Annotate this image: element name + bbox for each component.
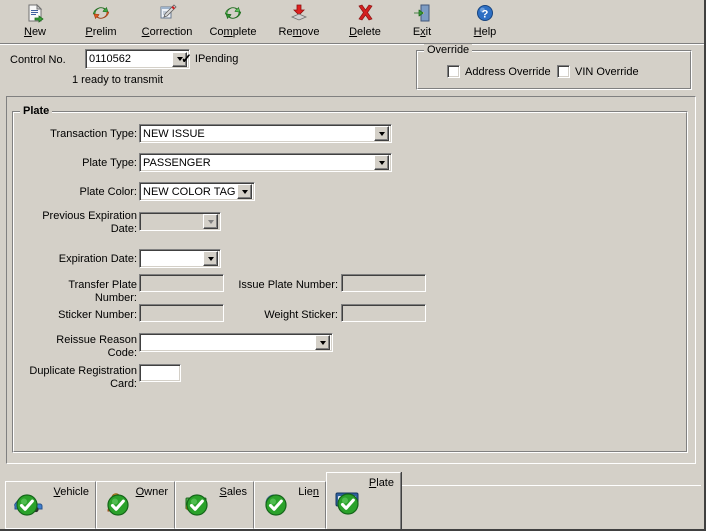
plate-type-value: PASSENGER (143, 156, 211, 169)
toolbar-label-new: New (23, 26, 46, 38)
override-groupbox: Override Address Override VIN Override (416, 44, 692, 90)
new-document-icon (23, 2, 47, 24)
refresh-arrows-icon (89, 2, 113, 24)
tab-strip: Vehicle Owner Sales Lien Plate (5, 472, 701, 529)
expiration-date-combobox[interactable] (139, 249, 221, 268)
weight-sticker-input[interactable] (341, 304, 426, 322)
transfer-plate-number-label: Transfer Plate Number: (68, 279, 137, 304)
tab-sales-label: Sales (219, 486, 247, 498)
transaction-type-label: Transaction Type: (50, 128, 137, 140)
transfer-plate-number-input[interactable] (139, 274, 224, 292)
plate-color-value: NEW COLOR TAG (143, 185, 236, 198)
address-override-checkbox[interactable] (447, 65, 460, 78)
toolbar-label-correction: Correction (141, 26, 193, 38)
toolbar-label-complete: Complete (209, 26, 257, 38)
red-x-icon (353, 2, 377, 24)
plate-color-dropdown-button[interactable] (237, 184, 252, 199)
toolbar-button-new[interactable]: New (2, 1, 68, 41)
tab-owner[interactable]: Owner (96, 481, 175, 529)
weight-sticker-label: Weight Sticker: (264, 309, 338, 321)
control-no-label: Control No. (10, 54, 66, 66)
toolbar-button-exit[interactable]: Exit (389, 1, 455, 41)
override-group-title: Override (424, 44, 473, 56)
reissue-reason-code-combobox[interactable] (139, 333, 333, 352)
toolbar-button-correction[interactable]: Correction (134, 1, 200, 41)
plate-type-label: Plate Type: (82, 157, 137, 169)
help-question-icon: ? (473, 2, 497, 24)
tab-sales[interactable]: Sales (175, 481, 254, 529)
exit-door-icon (410, 2, 434, 24)
vin-override-checkbox-row[interactable]: VIN Override (557, 65, 639, 78)
pending-indicator: ✓ IPending (181, 52, 238, 65)
status-check-icon (16, 494, 38, 516)
toolbar-label-delete: Delete (349, 26, 381, 38)
chevron-down-icon (378, 131, 385, 136)
chevron-down-icon (241, 189, 248, 194)
vin-override-checkbox[interactable] (557, 65, 570, 78)
control-no-value: 0110562 (89, 53, 132, 65)
status-check-icon (107, 494, 129, 516)
vin-override-label: VIN Override (575, 65, 639, 78)
check-icon: ✓ (181, 51, 192, 66)
address-override-label: Address Override (465, 65, 551, 78)
expiration-date-dropdown-button[interactable] (203, 251, 218, 266)
status-check-icon (337, 493, 359, 515)
toolbar-label-remove: Remove (278, 26, 320, 38)
issue-plate-number-label: Issue Plate Number: (238, 279, 338, 291)
tab-vehicle-label: Vehicle (53, 486, 89, 498)
ready-to-transmit-status: 1 ready to transmit (72, 74, 164, 86)
toolbar-label-help: Help (473, 26, 497, 38)
status-check-icon (265, 494, 287, 516)
issue-plate-number-input[interactable] (341, 274, 426, 292)
address-override-checkbox-row[interactable]: Address Override (447, 65, 551, 78)
sticker-number-input[interactable] (139, 304, 224, 322)
plate-color-combobox[interactable]: NEW COLOR TAG (139, 182, 255, 201)
toolbar-label-prelim: Prelim (85, 26, 117, 38)
chevron-down-icon (207, 256, 214, 261)
toolbar-button-help[interactable]: ? Help (452, 1, 518, 41)
plate-color-label: Plate Color: (79, 186, 137, 198)
application-window: New Prelim Correction Complete Remove De… (0, 0, 706, 531)
toolbar-label-exit: Exit (412, 26, 432, 38)
transaction-type-combobox[interactable]: NEW ISSUE (139, 124, 392, 143)
reissue-reason-code-dropdown-button[interactable] (315, 335, 330, 350)
tab-vehicle[interactable]: Vehicle (5, 481, 96, 529)
clipboard-pen-icon (155, 2, 179, 24)
toolbar-button-prelim[interactable]: Prelim (68, 1, 134, 41)
chevron-down-icon (207, 219, 214, 224)
tab-lien[interactable]: Lien $ (254, 481, 326, 529)
plate-type-combobox[interactable]: PASSENGER (139, 153, 392, 172)
expiration-date-label: Expiration Date: (58, 253, 137, 265)
transaction-type-value: NEW ISSUE (143, 127, 205, 140)
plate-group-title: Plate (20, 105, 53, 117)
toolbar-button-complete[interactable]: Complete (200, 1, 266, 41)
chevron-down-icon (378, 160, 385, 165)
status-check-icon (186, 494, 208, 516)
sticker-number-label: Sticker Number: (58, 309, 137, 321)
green-refresh-icon (221, 2, 245, 24)
tab-lien-label: Lien (298, 486, 319, 498)
reissue-reason-code-label: Reissue Reason Code: (56, 334, 137, 359)
control-no-combobox[interactable]: 0110562 (85, 49, 190, 69)
main-toolbar: New Prelim Correction Complete Remove De… (0, 0, 704, 44)
transaction-type-dropdown-button[interactable] (374, 126, 389, 141)
duplicate-registration-card-label: Duplicate Registration Card: (29, 365, 137, 390)
previous-expiration-date-dropdown-button[interactable] (203, 214, 218, 229)
chevron-down-icon (319, 340, 326, 345)
previous-expiration-date-label: Previous Expiration Date: (42, 210, 137, 235)
pending-label: IPending (194, 52, 239, 65)
plate-type-dropdown-button[interactable] (374, 155, 389, 170)
toolbar-button-remove[interactable]: Remove (266, 1, 332, 41)
remove-arrow-icon (287, 2, 311, 24)
previous-expiration-date-combobox[interactable] (139, 212, 221, 231)
svg-text:?: ? (482, 9, 489, 21)
tab-plate[interactable]: Plate AB123 (326, 472, 401, 529)
duplicate-registration-card-input[interactable] (139, 364, 181, 382)
